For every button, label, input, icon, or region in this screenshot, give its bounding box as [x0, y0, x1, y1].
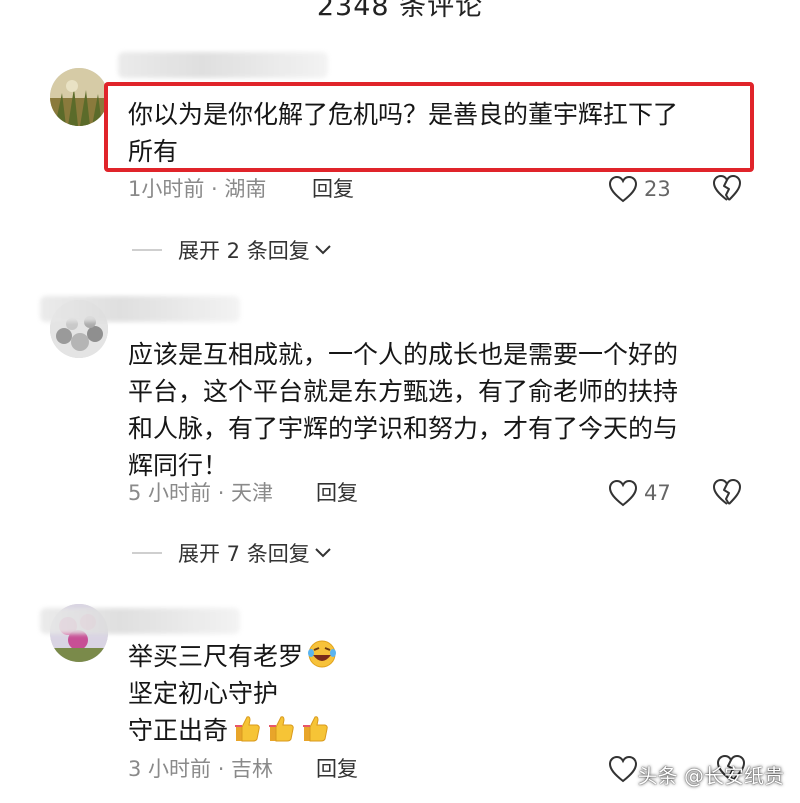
comment-line: 坚定初心守护: [128, 675, 748, 712]
broken-heart-icon[interactable]: [712, 478, 742, 506]
heart-icon: [608, 175, 638, 203]
heart-icon: [608, 479, 638, 507]
comment-time-location: 1小时前 · 湖南: [128, 177, 267, 201]
comment-text: 举买三尺有老罗 坚定初心守护 守正出奇: [128, 638, 748, 749]
heart-icon[interactable]: [608, 755, 638, 783]
expand-divider: [132, 552, 162, 554]
reply-button[interactable]: 回复: [316, 752, 358, 786]
username-blurred[interactable]: [40, 608, 240, 634]
like-button[interactable]: 23: [608, 172, 671, 206]
comment-text: 你以为是你化解了危机吗？是善良的董宇辉扛下了 所有: [128, 100, 679, 166]
comment-text: 应该是互相成就，一个人的成长也是需要一个好的 平台，这个平台就是东方甄选，有了俞…: [128, 340, 679, 480]
reply-button[interactable]: 回复: [312, 172, 354, 206]
like-count: 23: [644, 177, 671, 201]
expand-replies[interactable]: 展开 7 条回复: [132, 535, 332, 571]
chevron-down-icon: [315, 548, 331, 558]
expand-replies-label: 展开 2 条回复: [178, 239, 310, 263]
comment-line-text: 坚定初心守护: [128, 679, 279, 708]
expand-replies[interactable]: 展开 2 条回复: [132, 232, 332, 268]
like-button[interactable]: 47: [608, 476, 671, 510]
laughing-emoji-icon: [308, 640, 337, 668]
comment-line-text: 守正出奇: [128, 716, 229, 745]
thumbs-up-emoji-icon: [235, 716, 260, 742]
comment-line: 守正出奇: [128, 712, 748, 749]
comment-line: 举买三尺有老罗: [128, 638, 748, 675]
comment-count-title: 2348 条评论: [316, 0, 484, 22]
avatar[interactable]: [50, 68, 108, 126]
comment-meta: 1小时前 · 湖南 回复 23: [128, 172, 778, 206]
comment-time-location: 5 小时前 · 天津: [128, 481, 274, 505]
thumbs-up-emoji-icon: [303, 716, 328, 742]
username-blurred[interactable]: [40, 296, 240, 322]
broken-heart-icon[interactable]: [712, 174, 742, 202]
comment-meta: 5 小时前 · 天津 回复 47: [128, 476, 778, 510]
username-blurred[interactable]: [118, 52, 328, 78]
expand-replies-label: 展开 7 条回复: [178, 542, 310, 566]
like-count: 47: [644, 481, 671, 505]
chevron-down-icon: [315, 245, 331, 255]
comment-time-location: 3 小时前 · 吉林: [128, 757, 274, 781]
comment-line-text: 举买三尺有老罗: [128, 642, 304, 671]
expand-divider: [132, 249, 162, 251]
watermark: 头条 @长安纸贵: [637, 764, 784, 788]
reply-button[interactable]: 回复: [316, 476, 358, 510]
thumbs-up-emoji-icon: [269, 716, 294, 742]
